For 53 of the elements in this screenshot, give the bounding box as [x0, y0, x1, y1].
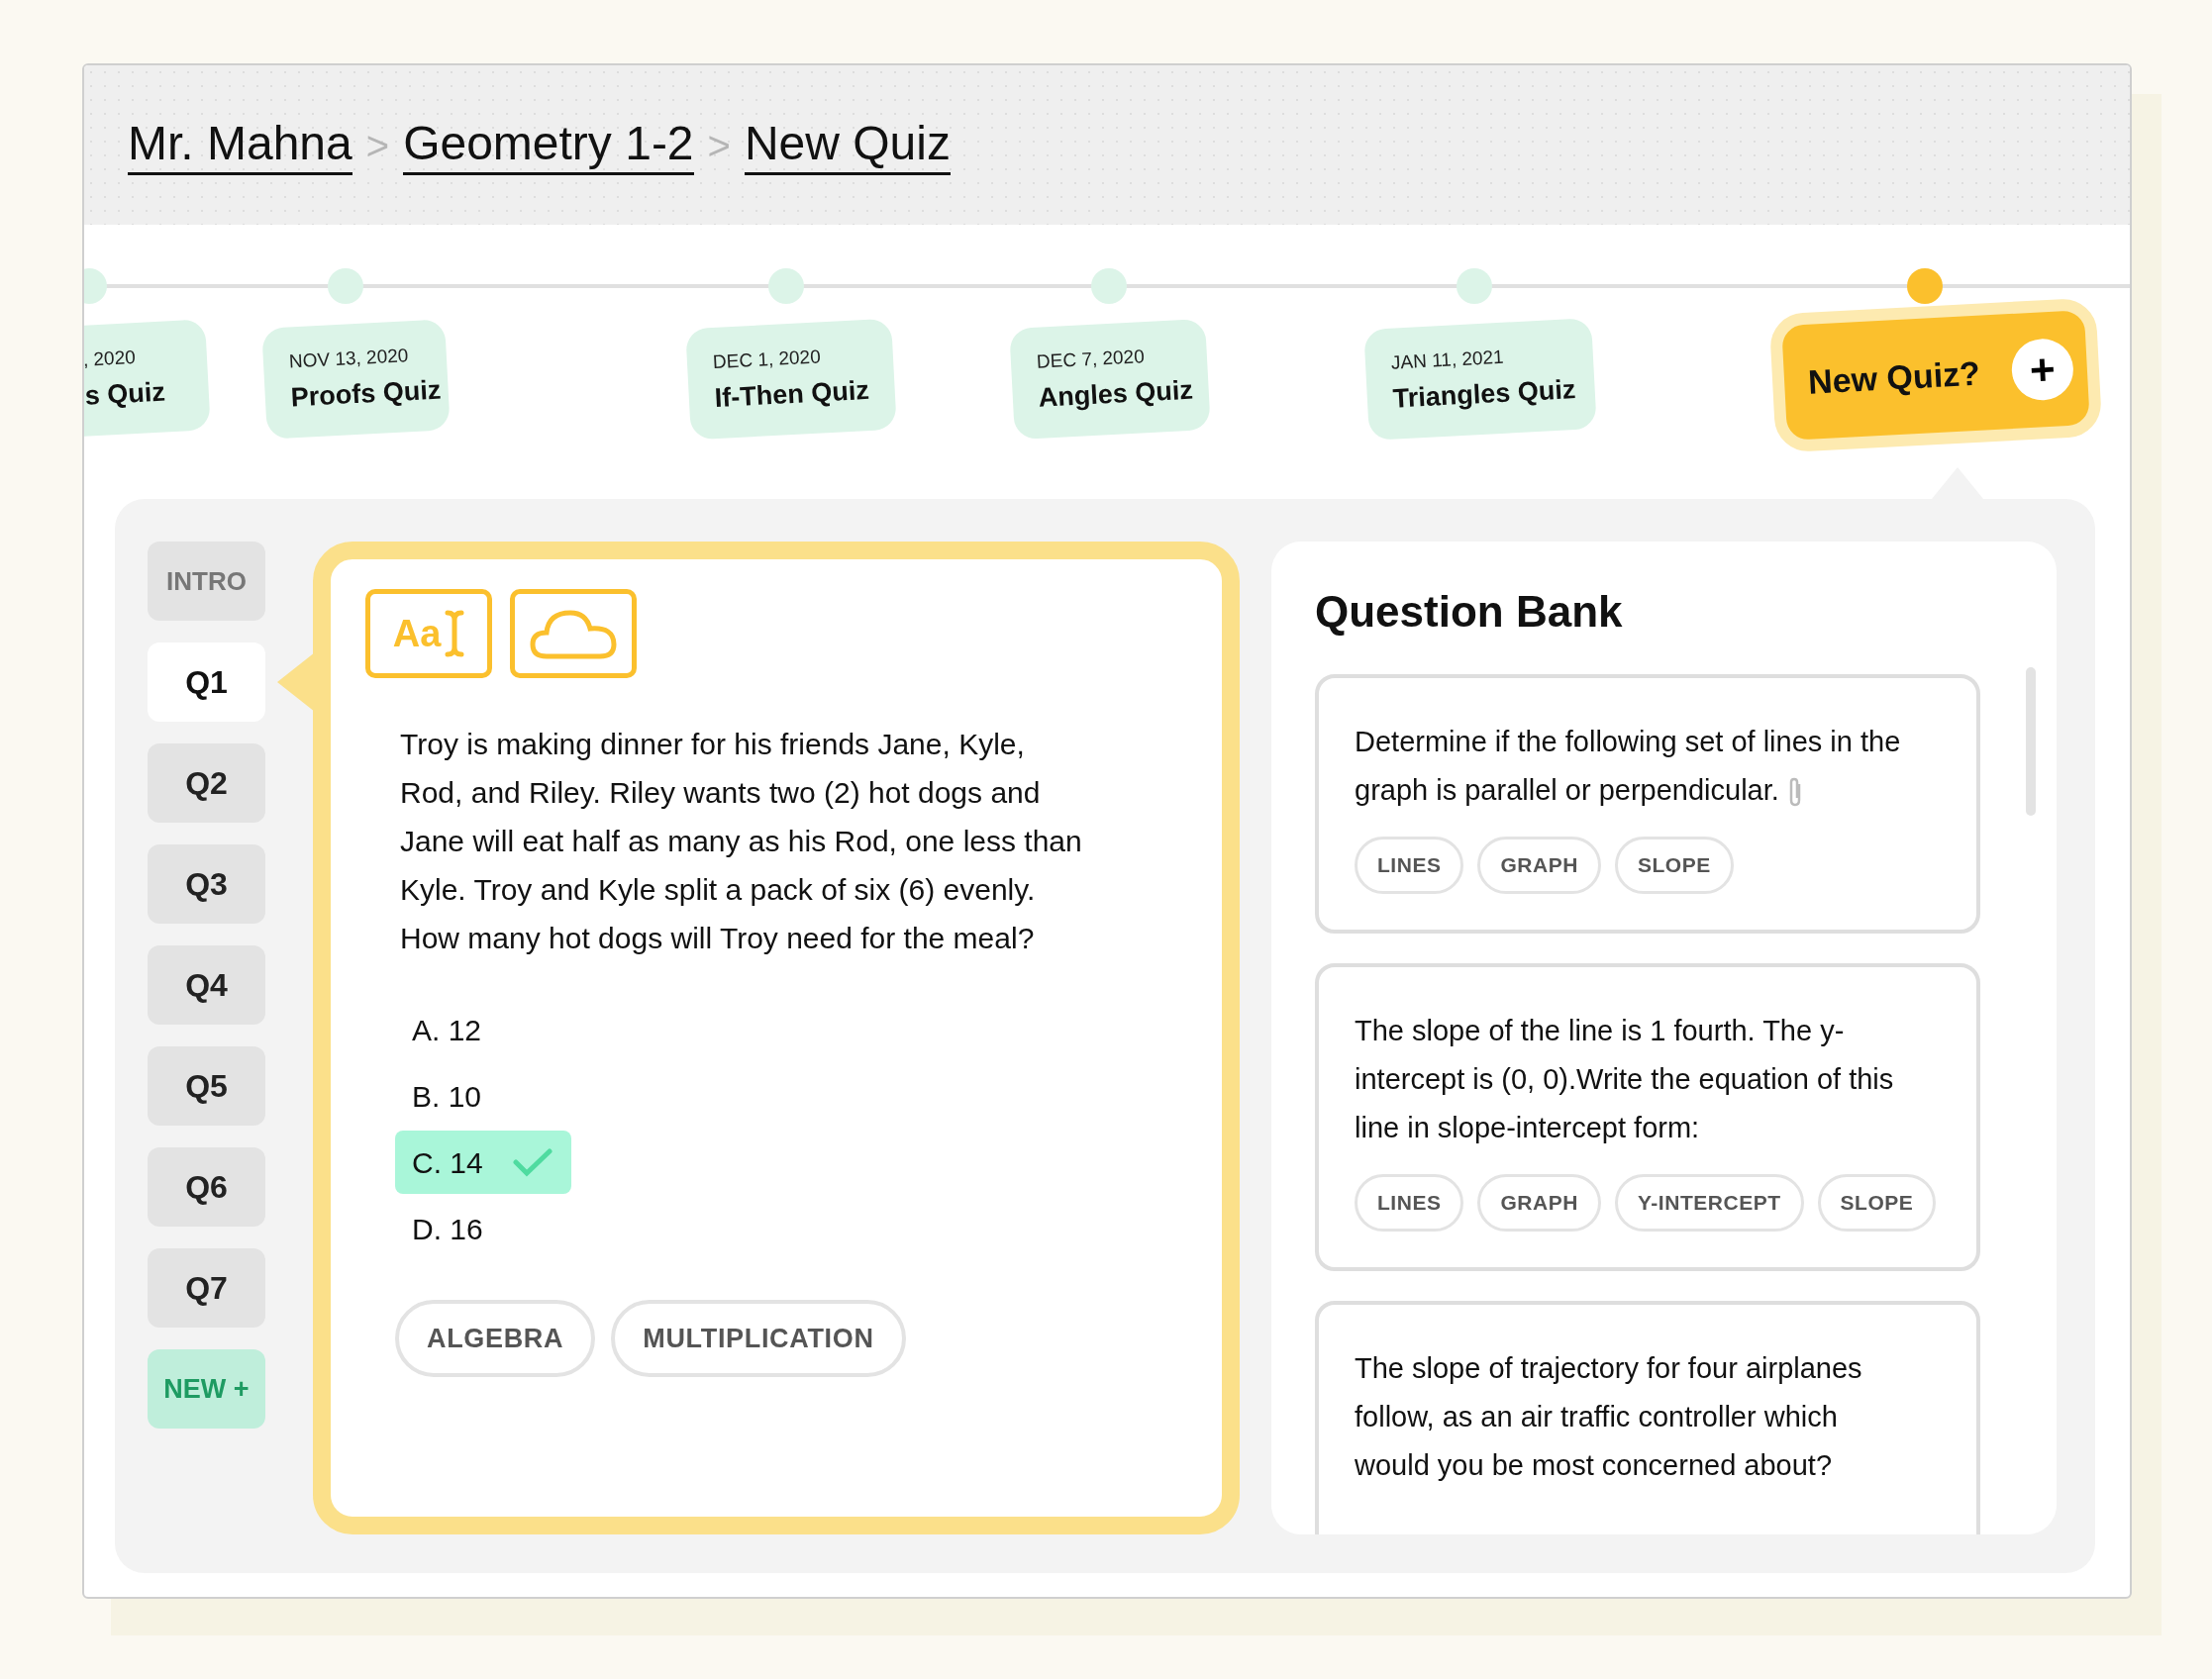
checkmark-icon — [512, 1147, 553, 1177]
tag-pill: ALGEBRA — [395, 1300, 596, 1377]
text-cursor-icon — [445, 610, 465, 657]
quiz-date: DEC 7, 2020 — [1036, 345, 1146, 374]
quiz-date: DEC 1, 2020 — [712, 345, 822, 375]
breadcrumb-link[interactable]: New Quiz — [744, 115, 951, 175]
tag-pill: SLOPE — [1614, 837, 1734, 894]
tag-pill: GRAPH — [1477, 1174, 1601, 1232]
breadcrumb-link[interactable]: Geometry 1-2 — [403, 115, 694, 175]
quiz-card[interactable]: JAN 11, 2021 Triangles Quiz — [1363, 318, 1597, 442]
tag-pill: GRAPH — [1477, 837, 1601, 894]
quiz-card[interactable]: DEC 7, 2020 Angles Quiz — [1009, 318, 1211, 441]
tag-pill: LINES — [1355, 837, 1464, 894]
question-bank-text: Determine if the following set of lines in the graph is parallel or perpendicular. — [1355, 718, 1909, 815]
breadcrumb-separator: > — [707, 122, 731, 169]
quiz-date: JAN 11, 2021 — [1390, 345, 1505, 375]
tag-pill: MULTIPLICATION — [611, 1300, 906, 1377]
new-quiz-label: New Quiz? — [1806, 352, 1982, 403]
question-bank-card[interactable]: The slope of trajectory for four airplanes follow, as an air traffic controller which would you be most concerned about? — [1315, 1301, 1980, 1534]
quiz-title: Proofs Quiz — [289, 373, 443, 415]
question-tab[interactable]: Q2 — [148, 743, 265, 823]
quiz-title: s Quiz — [84, 375, 167, 413]
question-tab[interactable]: Q4 — [148, 945, 265, 1025]
question-bank-title: Question Bank — [1315, 586, 1624, 638]
question-bank-card[interactable]: The slope of the line is 1 fourth. The y-intercept is (0, 0).Write the equation of this line in slope-intercept form: LINES GRAPH Y-INTERCEPT SLOPE — [1315, 963, 1980, 1271]
question-tab[interactable]: Q5 — [148, 1046, 265, 1126]
question-text: Troy is making dinner for his friends Jane, Kyle, Rod, and Riley. Riley wants two (2) hot dogs and Jane will eat half as many as his Rod, one less than Kyle. Troy and Kyle split a pack of six (6) evenly. How many hot dogs will Troy need for the meal? — [400, 727, 1083, 956]
quiz-date: , 2020 — [84, 346, 137, 372]
quiz-title: Triangles Quiz — [1391, 372, 1577, 416]
question-tab[interactable]: Q1 — [148, 642, 265, 722]
quiz-date: NOV 13, 2020 — [288, 344, 409, 374]
quiz-title: If-Then Quiz — [713, 373, 871, 415]
answer-choice[interactable]: C. 14 — [395, 1131, 571, 1194]
plus-icon: + — [2010, 337, 2075, 402]
question-bank-text: The slope of the line is 1 fourth. The y-intercept is (0, 0).Write the equation of this line in slope-intercept form: — [1355, 1014, 1895, 1145]
question-bank-text: The slope of trajectory for four airplanes follow, as an air traffic controller which would you be most concerned about? — [1355, 1351, 1863, 1483]
breadcrumb-link[interactable]: Mr. Mahna — [128, 115, 352, 175]
answer-choice[interactable]: B. 10 — [395, 1064, 571, 1128]
quiz-card[interactable]: DEC 1, 2020 If-Then Quiz — [685, 318, 897, 441]
tag-pill: SLOPE — [1817, 1174, 1937, 1232]
question-tab[interactable]: Q7 — [148, 1248, 265, 1328]
question-bank-card[interactable]: Determine if the following set of lines in the graph is parallel or perpendicular. LINES GRAPH SLOPE — [1315, 674, 1980, 934]
tag-pill: LINES — [1355, 1174, 1464, 1232]
answer-choice[interactable]: D. 16 — [395, 1197, 571, 1260]
question-tab[interactable]: Q6 — [148, 1147, 265, 1227]
tag-pill: Y-INTERCEPT — [1614, 1174, 1804, 1232]
breadcrumb-separator: > — [365, 122, 390, 169]
question-tab[interactable]: Q3 — [148, 844, 265, 924]
cloud-upload-button[interactable] — [510, 589, 637, 678]
quiz-title: Angles Quiz — [1037, 373, 1195, 415]
new-quiz-button[interactable]: New Quiz? + — [1768, 297, 2103, 453]
quiz-card[interactable]: NOV 13, 2020 Proofs Quiz — [261, 319, 451, 441]
answer-choice[interactable]: A. 12 — [395, 998, 571, 1061]
